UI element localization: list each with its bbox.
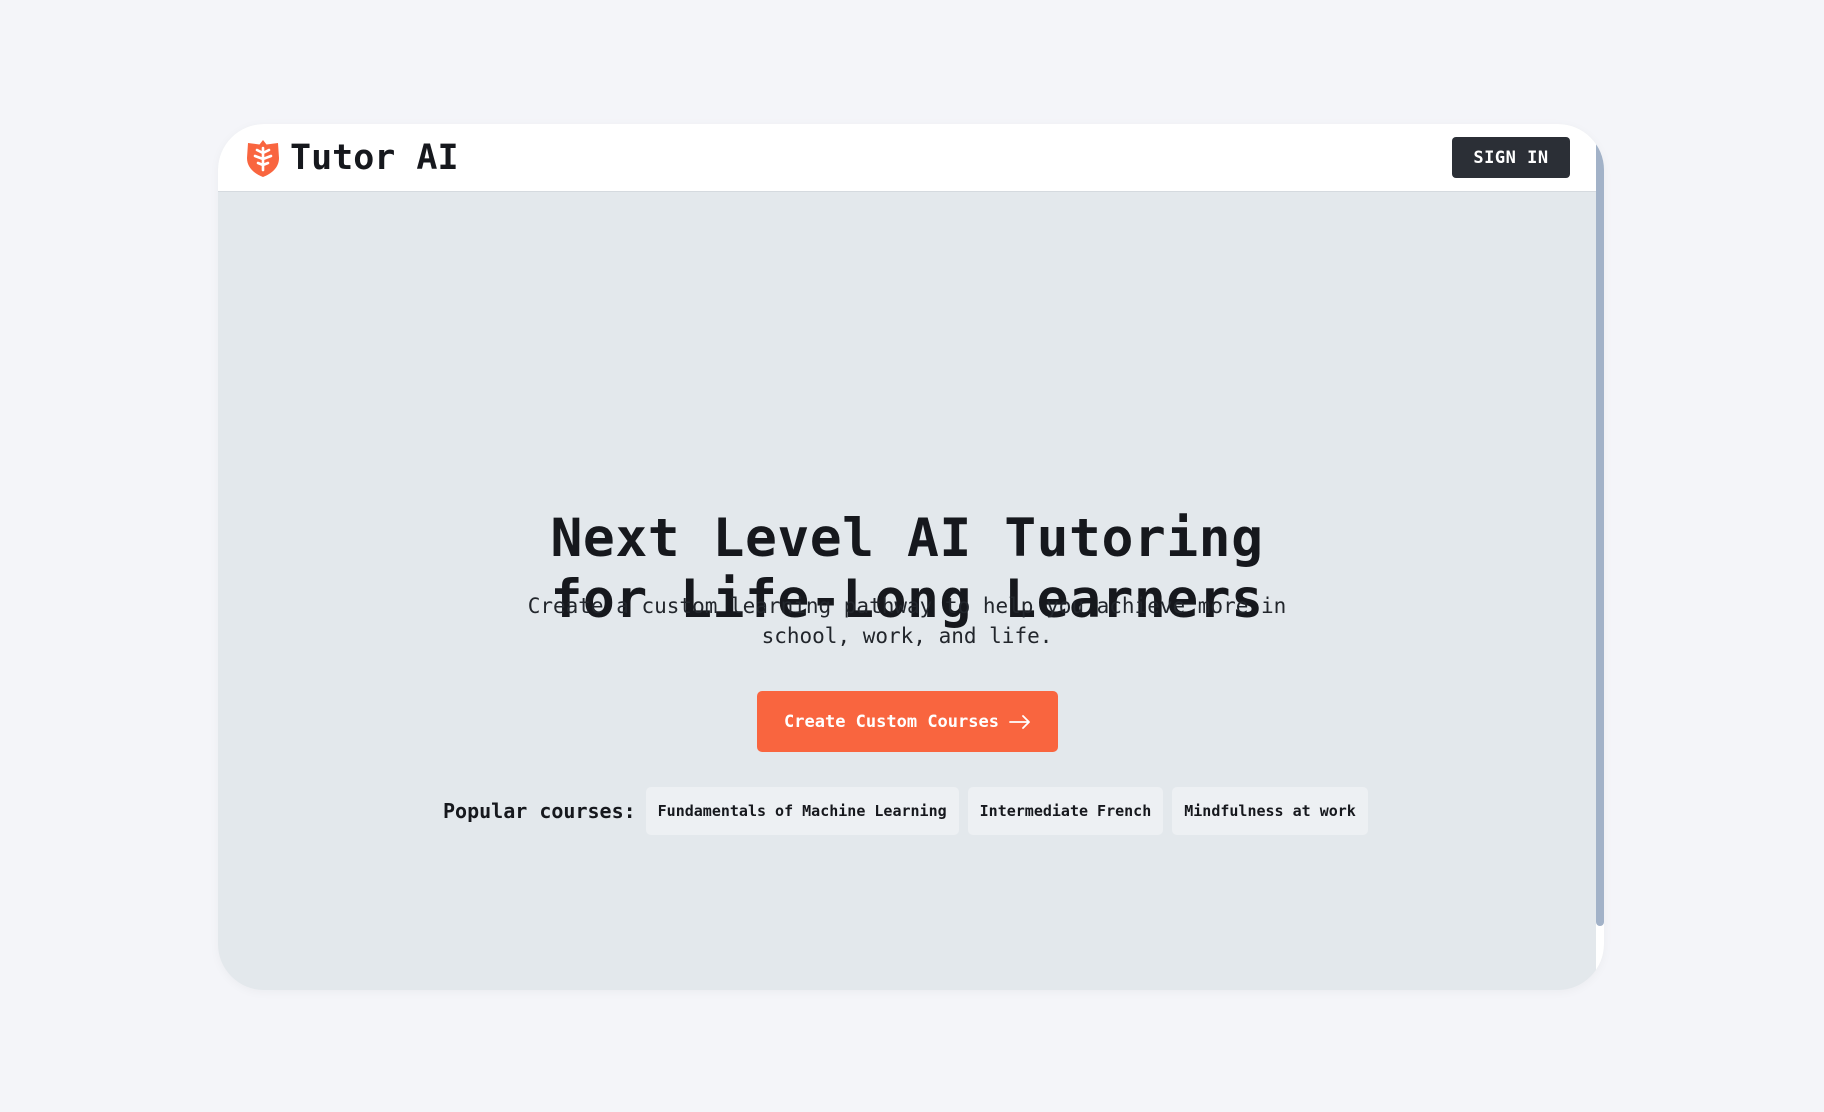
hero-section: Next Level AI Tutoring for Life-Long Lea… <box>218 192 1596 990</box>
hero-subtitle: Create a custom learning pathway to help… <box>218 591 1596 651</box>
brand-name: Tutor AI <box>290 137 459 178</box>
course-chip-intermediate-french[interactable]: Intermediate French <box>967 787 1164 835</box>
cta-label: Create Custom Courses <box>784 711 999 732</box>
brand[interactable]: Tutor AI <box>244 138 459 178</box>
shield-brain-icon <box>247 139 279 177</box>
app-window: Tutor AI SIGN IN Next Level AI Tutoring … <box>218 124 1604 990</box>
popular-courses: Popular courses: Fundamentals of Machine… <box>443 786 1368 836</box>
sign-in-button[interactable]: SIGN IN <box>1452 137 1570 178</box>
arrow-right-icon <box>1009 714 1030 729</box>
hero-title-line-1: Next Level AI Tutoring <box>550 508 1264 569</box>
hero-subtitle-line-2: school, work, and life. <box>761 624 1053 648</box>
create-custom-courses-button[interactable]: Create Custom Courses <box>757 691 1058 752</box>
hero-subtitle-line-1: Create a custom learning pathway to help… <box>527 594 1287 618</box>
course-chip-machine-learning[interactable]: Fundamentals of Machine Learning <box>645 787 959 835</box>
course-chip-mindfulness-at-work[interactable]: Mindfulness at work <box>1172 787 1368 835</box>
top-navigation-bar: Tutor AI SIGN IN <box>218 124 1596 192</box>
popular-courses-label: Popular courses: <box>443 799 636 823</box>
scrollbar-thumb[interactable] <box>1596 142 1604 926</box>
